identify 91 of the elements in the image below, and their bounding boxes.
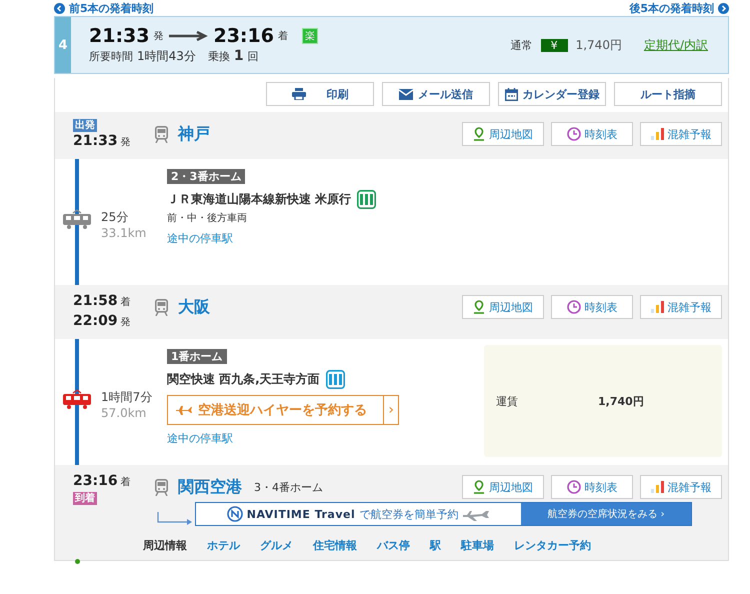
fare-amount: 1,740円 xyxy=(576,36,622,54)
station-link-button[interactable]: 混雑予報 xyxy=(640,122,722,146)
platform-label: 1番ホーム xyxy=(167,349,227,364)
clock-icon xyxy=(566,300,580,314)
connector-arrow-icon xyxy=(157,512,193,526)
fare-badge: ¥ xyxy=(540,38,568,52)
station-time: 22:09 xyxy=(73,312,118,330)
time-suffix: 着 xyxy=(120,476,131,490)
nearby-link[interactable]: 駐車場 xyxy=(461,538,494,553)
transfer-count: 1 xyxy=(234,48,244,64)
clock-icon xyxy=(566,127,580,141)
duration-label: 所要時間 xyxy=(89,49,133,64)
train-name: ＪＲ東海道山陽本線新快速 米原行 xyxy=(167,191,352,208)
nearby-link[interactable]: 住宅情報 xyxy=(313,538,357,553)
station-link-button[interactable]: 時刻表 xyxy=(551,295,633,319)
chevron-right-icon xyxy=(718,3,729,14)
train-station-icon xyxy=(155,126,168,142)
ride-duration: 25分 xyxy=(101,208,130,226)
train-station-icon xyxy=(155,298,168,316)
station-name[interactable]: 関西空港 xyxy=(178,476,242,498)
station-link-button[interactable]: 時刻表 xyxy=(551,122,633,146)
bar-chart-icon xyxy=(650,481,664,493)
travel-brand: NAVITIME Travel xyxy=(246,508,356,520)
intermediate-stops-link[interactable]: 途中の停車駅 xyxy=(167,431,233,446)
intermediate-stops-link[interactable]: 途中の停車駅 xyxy=(167,231,233,246)
nearby-link[interactable]: レンタカー予約 xyxy=(514,538,591,553)
calendar-icon xyxy=(504,88,518,100)
action-button[interactable]: 印刷 xyxy=(266,82,374,106)
station-link-button[interactable]: 周辺地図 xyxy=(462,295,544,319)
action-button[interactable]: ルート指摘 xyxy=(614,82,722,106)
station-name[interactable]: 神戸 xyxy=(178,124,210,144)
station-link-button[interactable]: 時刻表 xyxy=(551,475,633,499)
map-pin-icon xyxy=(473,480,485,494)
departure-time: 21:33 xyxy=(89,25,150,47)
station-link-button[interactable]: 周辺地図 xyxy=(462,475,544,499)
train-name: 関空快速 西九条,天王寺方面 xyxy=(167,371,320,388)
nearby-link[interactable]: 駅 xyxy=(430,538,441,553)
flight-availability-button[interactable]: 航空券の空席状況をみる › xyxy=(521,503,691,525)
action-button[interactable]: メール送信 xyxy=(382,82,490,106)
station-time: 23:16 xyxy=(73,472,118,490)
transfer-unit: 回 xyxy=(248,49,259,64)
duration-value: 1時間43分 xyxy=(137,48,196,65)
travel-banner[interactable]: NAVITIME Travel で航空券を簡単予約 航空券の空席状況をみる › xyxy=(195,502,692,526)
station-link-button[interactable]: 周辺地図 xyxy=(462,122,544,146)
platform-label: 3・4番ホーム xyxy=(254,480,323,494)
ride-distance: 33.1km xyxy=(101,226,148,240)
fare-label: 運賃 xyxy=(496,394,518,408)
printer-icon xyxy=(292,88,306,100)
station-name[interactable]: 大阪 xyxy=(178,296,210,318)
arrival-time: 23:16 xyxy=(213,25,274,47)
fare-value: 1,740円 xyxy=(598,394,644,408)
bar-chart-icon xyxy=(650,301,664,313)
time-suffix: 発 xyxy=(120,136,131,150)
ride-distance: 57.0km xyxy=(101,406,148,420)
station-time: 21:58 xyxy=(73,292,118,310)
departure-tag: 出発 xyxy=(73,119,97,132)
easy-route-badge: 楽 xyxy=(302,28,318,44)
map-pin-icon xyxy=(473,300,485,314)
train-station-icon xyxy=(155,478,168,496)
nearby-link[interactable]: バス停 xyxy=(377,538,410,553)
ride-duration: 1時間7分 xyxy=(101,388,154,406)
station-link-button[interactable]: 混雑予報 xyxy=(640,295,722,319)
chevron-left-icon xyxy=(54,3,65,14)
station-time: 21:33 xyxy=(73,132,118,150)
fare-type: 通常 xyxy=(510,38,533,52)
nearby-link[interactable]: グルメ xyxy=(260,538,293,553)
station-link-button[interactable]: 混雑予報 xyxy=(640,475,722,499)
nearby-link[interactable]: ホテル xyxy=(207,538,240,553)
clock-icon xyxy=(566,480,580,494)
nearby-info-label: 周辺情報 xyxy=(143,538,187,553)
route-number: 4 xyxy=(55,17,71,73)
time-suffix: 着 xyxy=(120,296,131,310)
platform-label: 2・3番ホーム xyxy=(167,169,246,184)
action-button[interactable]: カレンダー登録 xyxy=(498,82,606,106)
next-times-link[interactable]: 後5本の発着時刻 xyxy=(629,2,714,16)
airport-hire-button[interactable]: 空港送迎ハイヤーを予約する › xyxy=(167,395,399,425)
arrow-icon xyxy=(169,31,210,41)
arrival-suffix: 着 xyxy=(278,30,288,43)
navitime-logo-icon xyxy=(226,506,243,522)
commuter-pass-link[interactable]: 定期代/内訳 xyxy=(644,36,708,54)
travel-text: で航空券を簡単予約 xyxy=(359,506,458,522)
time-suffix: 発 xyxy=(120,316,131,330)
car-position-note: 前・中・後方車両 xyxy=(167,212,247,225)
map-pin-icon xyxy=(473,127,485,141)
arrival-tag: 到着 xyxy=(73,492,97,505)
previous-times-link[interactable]: 前5本の発着時刻 xyxy=(69,2,154,16)
bar-chart-icon xyxy=(650,128,664,140)
transfer-label: 乗換 xyxy=(208,49,230,64)
departure-suffix: 発 xyxy=(153,30,164,43)
airplane-icon xyxy=(176,405,192,415)
envelope-icon xyxy=(399,88,413,100)
